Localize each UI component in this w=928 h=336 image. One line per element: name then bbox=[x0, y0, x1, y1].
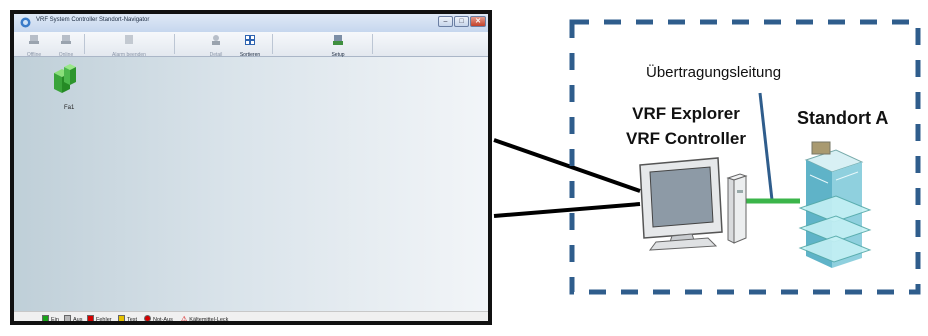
site-a-label: Standort A bbox=[797, 108, 889, 128]
vrf-explorer-label: VRF Explorer bbox=[632, 104, 740, 123]
zoom-line-bottom bbox=[493, 202, 641, 218]
transmission-line-label: Übertragungsleitung bbox=[646, 64, 782, 81]
vrf-controller-label: VRF Controller bbox=[626, 129, 746, 148]
line-label-pointer bbox=[758, 92, 774, 201]
office-building-icon bbox=[798, 141, 872, 268]
controller-label: VRF Explorer VRF Controller bbox=[611, 101, 761, 151]
diagram-graphics bbox=[493, 19, 921, 295]
monitor-icon bbox=[639, 157, 723, 251]
pc-tower-icon bbox=[726, 173, 748, 244]
